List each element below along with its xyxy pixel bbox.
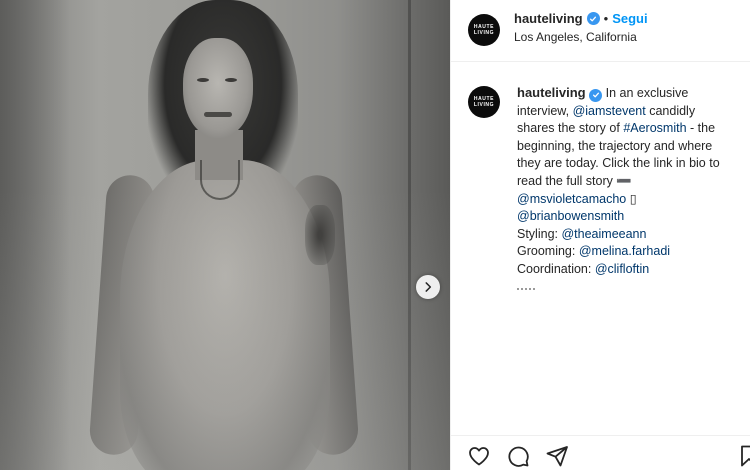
- caption-line-4: beginning, the trajectory and where: [517, 138, 713, 153]
- caption-text: candidly: [649, 103, 696, 118]
- caption-username[interactable]: hauteliving: [517, 85, 586, 100]
- post-caption: hauteliving In an exclusive interview, @…: [517, 84, 743, 279]
- chevron-right-icon: [425, 282, 432, 292]
- hashtag-link[interactable]: #Aerosmith: [623, 121, 686, 135]
- heart-icon: [469, 447, 489, 466]
- mention-link[interactable]: @clifloftin: [595, 262, 649, 276]
- share-button[interactable]: [545, 444, 571, 470]
- header-user-line: hauteliving • Segui: [514, 11, 648, 26]
- mention-link[interactable]: @melina.farhadi: [579, 244, 670, 258]
- next-photo-button[interactable]: [416, 275, 440, 299]
- verified-badge-icon: [589, 88, 603, 102]
- separator-dot: •: [603, 11, 609, 26]
- caption-text: Coordination:: [517, 261, 592, 276]
- caption-text: Styling:: [517, 226, 558, 241]
- camera-emoji-icon: ▯: [629, 191, 637, 206]
- header-username[interactable]: hauteliving: [514, 11, 583, 26]
- comment-button[interactable]: [506, 444, 532, 470]
- caption-line-9: Styling: @theaimeeann: [517, 226, 743, 244]
- caption-line-6: read the full story ➖: [517, 173, 743, 191]
- mention-link[interactable]: @msvioletcamacho: [517, 192, 626, 206]
- caption-line-2: interview, @iamstevent candidly: [517, 103, 743, 121]
- avatar[interactable]: HAUTE LIVING: [468, 14, 500, 46]
- bookmark-icon: [741, 445, 750, 467]
- location-link[interactable]: Los Angeles, California: [514, 30, 637, 44]
- mention-link[interactable]: @theaimeeann: [561, 227, 646, 241]
- caption-text: In an exclusive: [605, 86, 689, 100]
- caption-text: read the full story: [517, 173, 613, 188]
- avatar-text-bottom: LIVING: [473, 30, 495, 36]
- action-bar: [451, 435, 750, 470]
- mention-link[interactable]: @brianbowensmith: [517, 209, 624, 223]
- like-button[interactable]: [467, 444, 493, 470]
- send-icon: [546, 446, 568, 467]
- caption-line-5: they are today. Click the link in bio to: [517, 156, 720, 171]
- caption-line-8: @brianbowensmith: [517, 208, 743, 226]
- dash-emoji-icon: ➖: [616, 173, 632, 188]
- post-side-panel: HAUTE LIVING hauteliving • Segui Los Ang…: [450, 0, 750, 470]
- caption-line-7: @msvioletcamacho ▯: [517, 191, 743, 209]
- caption-line-3: shares the story of #Aerosmith - the: [517, 120, 743, 138]
- caption-line-1: hauteliving In an exclusive: [517, 84, 743, 103]
- more-comments-dots: [517, 288, 535, 291]
- mention-link[interactable]: @iamstevent: [573, 104, 646, 118]
- avatar-text-bottom: LIVING: [473, 102, 495, 108]
- caption-line-11: Coordination: @clifloftin: [517, 261, 743, 279]
- caption-avatar[interactable]: HAUTE LIVING: [468, 86, 500, 118]
- caption-line-10: Grooming: @melina.farhadi: [517, 243, 743, 261]
- caption-text: shares the story of: [517, 121, 620, 136]
- save-button[interactable]: [737, 444, 750, 470]
- post-photo[interactable]: [0, 0, 450, 470]
- follow-button[interactable]: Segui: [612, 11, 647, 26]
- steam-overlay: [0, 0, 450, 470]
- post-header: HAUTE LIVING hauteliving • Segui Los Ang…: [451, 0, 750, 62]
- comment-icon: [508, 446, 529, 467]
- caption-text: Grooming:: [517, 244, 576, 259]
- caption-text: - the: [690, 121, 716, 136]
- verified-badge-icon: [586, 12, 600, 25]
- caption-text: interview,: [517, 103, 570, 118]
